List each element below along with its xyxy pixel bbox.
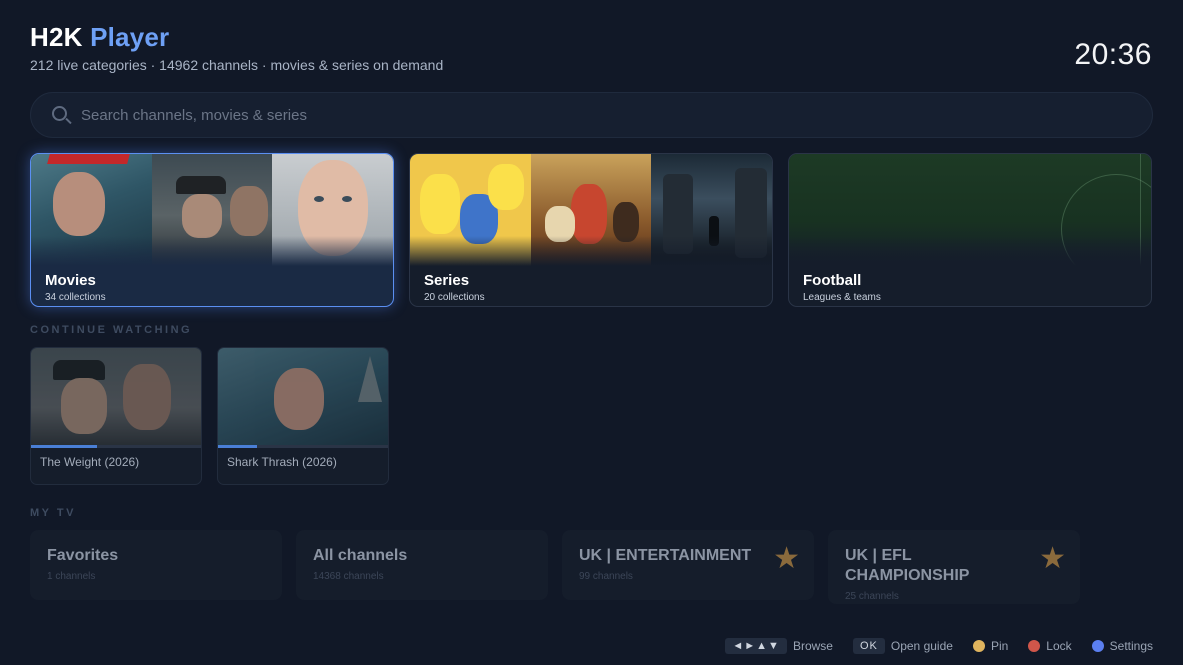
tv-card-title: UK | EFL CHAMPIONSHIP <box>845 547 970 584</box>
category-title: Football <box>803 272 862 289</box>
thumbnail <box>31 348 201 448</box>
search-icon <box>51 105 72 125</box>
category-subtitle: 34 collections <box>45 292 106 303</box>
lock-hint-label: Lock <box>1046 639 1072 653</box>
tv-card-title: Favorites <box>47 547 119 564</box>
header: H2K Player 212 live categories · 14962 c… <box>30 22 443 73</box>
arrow-keys-hint: ◄►▲▼ <box>725 638 787 654</box>
football-artwork <box>789 154 1151 266</box>
tv-card-count: 25 channels <box>845 591 899 602</box>
app-title-main: H2K <box>30 22 83 52</box>
tv-card-favorites[interactable]: Favorites 1 channels <box>30 530 282 600</box>
movies-artwork <box>31 154 393 266</box>
item-title: The Weight (2026) <box>40 455 140 469</box>
pin-hint-label: Pin <box>990 639 1009 653</box>
category-card-series[interactable]: Series 20 collections <box>409 153 773 307</box>
search-input[interactable] <box>81 106 981 124</box>
tv-card-count: 99 channels <box>579 571 633 582</box>
tv-card-all-channels[interactable]: All channels 14368 channels <box>296 530 548 600</box>
tv-card-uk-entertainment[interactable]: UK | ENTERTAINMENT 99 channels ★ <box>562 530 814 600</box>
settings-color-dot-icon <box>1091 640 1104 652</box>
progress-fill <box>31 445 98 448</box>
category-subtitle: 20 collections <box>424 292 485 303</box>
tv-card-uk-efl-championship[interactable]: UK | EFL CHAMPIONSHIP 25 channels ★ <box>828 530 1080 604</box>
continue-watching-heading: CONTINUE WATCHING <box>30 324 193 336</box>
progress-fill <box>218 445 258 448</box>
category-card-football[interactable]: Football Leagues & teams <box>788 153 1152 307</box>
category-subtitle: Leagues & teams <box>803 292 881 303</box>
key-hints: ◄►▲▼ Browse OK Open guide Pin Lock Setti… <box>725 638 1153 654</box>
progress-bar <box>218 445 388 448</box>
settings-hint-label: Settings <box>1109 639 1153 653</box>
category-title: Movies <box>45 272 96 289</box>
tv-card-count: 1 channels <box>47 571 96 582</box>
app-title-accent: Player <box>90 22 170 52</box>
open-guide-hint-label: Open guide <box>890 639 953 653</box>
tv-card-title: All channels <box>313 547 408 564</box>
thumbnail <box>218 348 388 448</box>
library-summary: 212 live categories · 14962 channels · m… <box>30 57 444 73</box>
app-title: H2K Player <box>30 22 443 53</box>
tv-card-count: 14368 channels <box>313 571 384 582</box>
item-title: Shark Thrash (2026) <box>227 455 337 469</box>
search-bar[interactable] <box>30 92 1153 138</box>
series-artwork <box>410 154 772 266</box>
clock: 20:36 <box>1074 38 1152 71</box>
category-card-movies[interactable]: Movies 34 collections <box>30 153 394 307</box>
continue-watching-item[interactable]: Shark Thrash (2026) <box>217 347 389 485</box>
my-tv-heading: MY TV <box>30 507 76 519</box>
continue-watching-item[interactable]: The Weight (2026) <box>30 347 202 485</box>
ok-key-hint: OK <box>852 638 885 654</box>
pin-color-dot-icon <box>972 640 985 652</box>
browse-hint-label: Browse <box>792 639 833 653</box>
star-icon: ★ <box>1039 542 1066 575</box>
category-title: Series <box>424 272 470 289</box>
progress-bar <box>31 445 201 448</box>
star-icon: ★ <box>773 542 800 575</box>
lock-color-dot-icon <box>1028 640 1041 652</box>
tv-card-title: UK | ENTERTAINMENT <box>579 547 752 564</box>
